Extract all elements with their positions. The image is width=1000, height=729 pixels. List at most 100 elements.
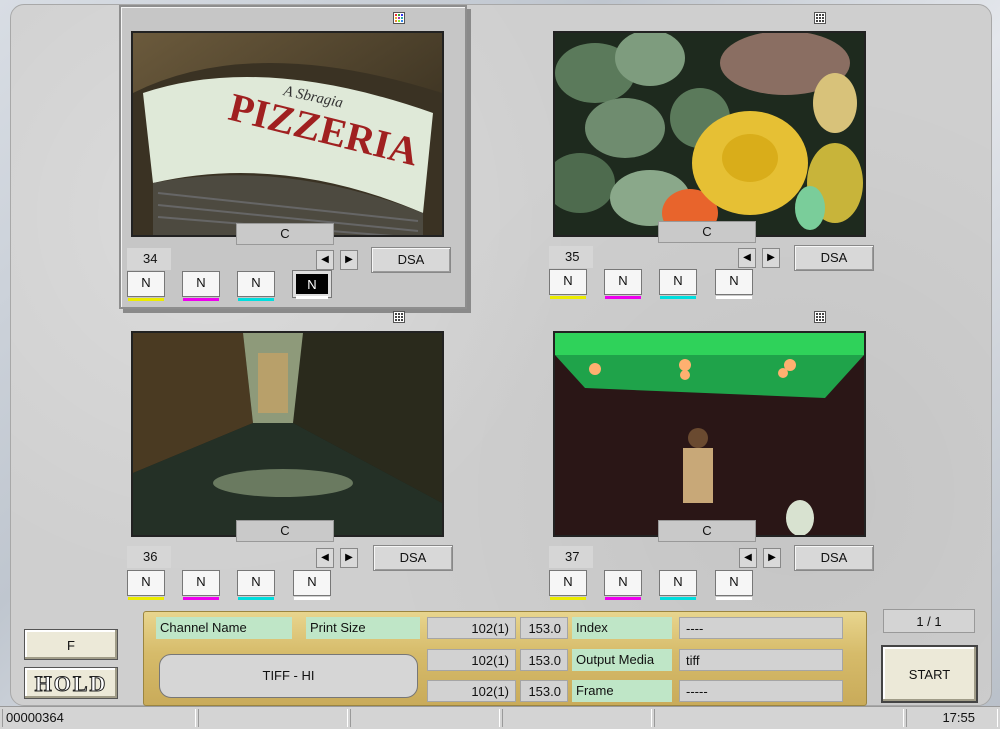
- prev-arrow-button[interactable]: ◀: [738, 248, 756, 268]
- next-arrow-button[interactable]: ▶: [763, 548, 781, 568]
- n-label: N: [673, 273, 683, 288]
- size-b-3: 153.0: [520, 680, 568, 702]
- dsa-button[interactable]: DSA: [794, 545, 874, 571]
- pizzeria-photo: PIZZERIA A Sbragia: [133, 33, 442, 235]
- n-label: N: [673, 574, 683, 589]
- channel-label: C: [236, 223, 334, 245]
- n-label: N: [141, 574, 151, 589]
- hats-photo: [555, 33, 864, 235]
- n-black-button[interactable]: N: [715, 269, 753, 299]
- print-size-label: Print Size: [306, 617, 420, 639]
- frame-photo-35[interactable]: [553, 31, 866, 237]
- prev-arrow-button[interactable]: ◀: [316, 548, 334, 568]
- status-seg-3: [350, 709, 500, 727]
- n-black-button[interactable]: N: [715, 570, 753, 600]
- n-yellow-button[interactable]: N: [127, 271, 165, 301]
- dsa-button[interactable]: DSA: [371, 247, 451, 273]
- clock-text: 17:55: [942, 710, 975, 725]
- next-arrow-button[interactable]: ▶: [340, 250, 358, 270]
- frame-label: Frame: [572, 680, 672, 702]
- dsa-button[interactable]: DSA: [373, 545, 453, 571]
- n-label: N: [729, 574, 739, 589]
- alley-photo: [133, 333, 442, 535]
- frame-card-36[interactable]: C 36 ◀ ▶ DSA N N N N: [119, 305, 459, 605]
- frame-card-37[interactable]: C 37 ◀ ▶ DSA N N N N: [543, 305, 883, 605]
- channel-name-label: Channel Name: [156, 617, 292, 639]
- frame-card-35[interactable]: C 35 ◀ ▶ DSA N N N N: [543, 5, 883, 305]
- output-media-label: Output Media: [572, 649, 672, 671]
- size-b-2: 153.0: [520, 649, 568, 671]
- prev-arrow-button[interactable]: ◀: [316, 250, 334, 270]
- counter-display: 00000364: [2, 709, 196, 727]
- n-cyan-button[interactable]: N: [237, 271, 275, 301]
- size-b-1: 153.0: [520, 617, 568, 639]
- n-black-button[interactable]: N: [293, 570, 331, 600]
- frame-grid-icon[interactable]: [814, 311, 826, 323]
- arrow-left-icon: ◀: [321, 552, 329, 563]
- frame-photo-36[interactable]: [131, 331, 444, 537]
- n-label: N: [196, 275, 206, 290]
- n-label: N: [307, 277, 317, 292]
- hold-label: HOLD: [34, 671, 108, 697]
- start-button[interactable]: START: [881, 645, 978, 703]
- next-arrow-button[interactable]: ▶: [340, 548, 358, 568]
- page-indicator-text: 1 / 1: [916, 614, 942, 629]
- frame-card-34[interactable]: PIZZERIA A Sbragia C 34 ◀ ▶ DSA N N N N: [119, 5, 467, 309]
- n-magenta-button[interactable]: N: [182, 570, 220, 600]
- n-label: N: [141, 275, 151, 290]
- f-button[interactable]: F: [24, 629, 118, 660]
- frame-grid-icon[interactable]: [393, 12, 405, 24]
- n-label: N: [307, 574, 317, 589]
- start-label: START: [908, 667, 951, 682]
- index-value: ----: [679, 617, 843, 639]
- n-yellow-button[interactable]: N: [549, 570, 587, 600]
- status-seg-2: [198, 709, 348, 727]
- page-indicator: 1 / 1: [883, 609, 975, 633]
- clock-display: 17:55: [906, 709, 998, 727]
- n-magenta-button[interactable]: N: [604, 269, 642, 299]
- size-a-2: 102(1): [427, 649, 516, 671]
- frame-photo-34[interactable]: PIZZERIA A Sbragia: [131, 31, 444, 237]
- n-yellow-button[interactable]: N: [127, 570, 165, 600]
- frame-number: 35: [549, 246, 593, 268]
- n-yellow-button[interactable]: N: [549, 269, 587, 299]
- hold-button[interactable]: HOLD: [24, 667, 118, 699]
- channel-label: C: [236, 520, 334, 542]
- arrow-left-icon: ◀: [321, 254, 329, 265]
- n-label: N: [251, 574, 261, 589]
- arrow-right-icon: ▶: [345, 552, 353, 563]
- index-label: Index: [572, 617, 672, 639]
- n-cyan-button[interactable]: N: [659, 570, 697, 600]
- frame-number: 34: [127, 248, 171, 270]
- n-magenta-button[interactable]: N: [604, 570, 642, 600]
- counter-text: 00000364: [6, 710, 64, 725]
- status-bar: 00000364 17:55: [0, 706, 1000, 729]
- arrow-left-icon: ◀: [744, 552, 752, 563]
- status-seg-5: [654, 709, 904, 727]
- n-label: N: [563, 574, 573, 589]
- print-info-panel: Channel Name Print Size TIFF - HI 102(1)…: [143, 611, 867, 706]
- frame-photo-37[interactable]: [553, 331, 866, 537]
- n-label: N: [251, 275, 261, 290]
- arrow-right-icon: ▶: [767, 252, 775, 263]
- status-seg-4: [502, 709, 652, 727]
- prev-arrow-button[interactable]: ◀: [739, 548, 757, 568]
- n-label: N: [729, 273, 739, 288]
- frame-grid-icon[interactable]: [393, 311, 405, 323]
- frame-grid-icon[interactable]: [814, 12, 826, 24]
- n-magenta-button[interactable]: N: [182, 271, 220, 301]
- main-panel: PIZZERIA A Sbragia C 34 ◀ ▶ DSA N N N N: [10, 4, 992, 706]
- n-black-button[interactable]: N: [292, 270, 332, 299]
- frame-value: -----: [679, 680, 843, 702]
- channel-label: C: [658, 520, 756, 542]
- n-cyan-button[interactable]: N: [237, 570, 275, 600]
- channel-value-display[interactable]: TIFF - HI: [159, 654, 418, 698]
- output-media-value: tiff: [679, 649, 843, 671]
- n-label: N: [196, 574, 206, 589]
- channel-label: C: [658, 221, 756, 243]
- next-arrow-button[interactable]: ▶: [762, 248, 780, 268]
- dsa-button[interactable]: DSA: [794, 245, 874, 271]
- size-a-1: 102(1): [427, 617, 516, 639]
- n-cyan-button[interactable]: N: [659, 269, 697, 299]
- selfie-photo: [555, 333, 864, 535]
